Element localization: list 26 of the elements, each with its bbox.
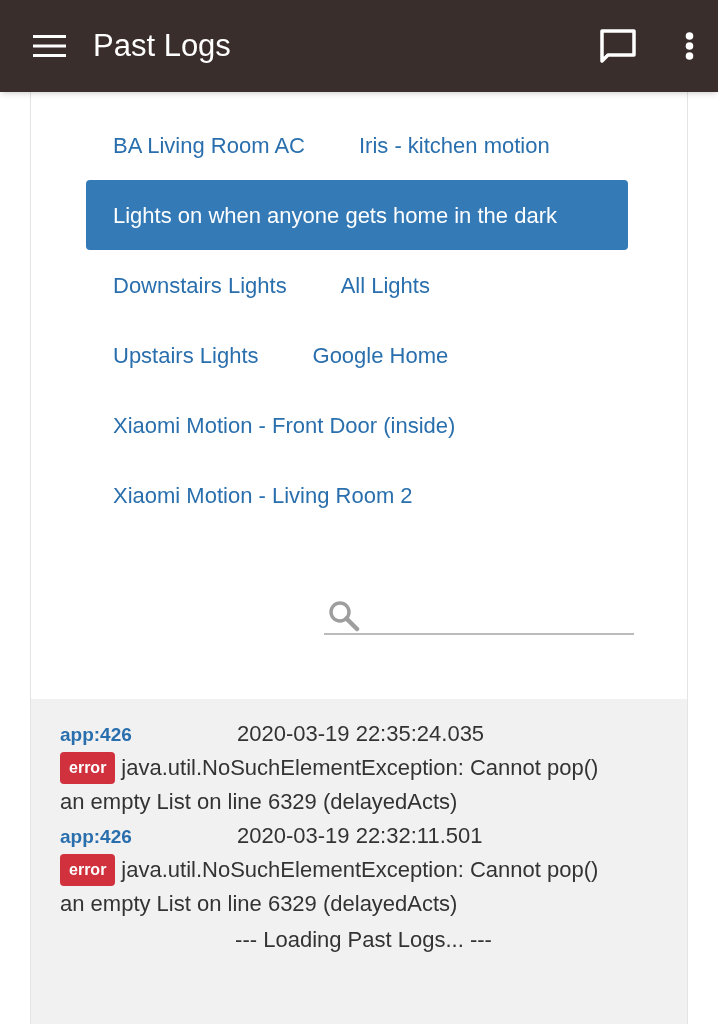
search-icon <box>328 600 360 632</box>
chat-icon[interactable] <box>599 28 637 64</box>
loading-text: --- Loading Past Logs... --- <box>234 926 493 954</box>
log-level-badge: error <box>60 752 116 784</box>
log-timestamp: 2020-03-19 22:35:24.035 <box>237 720 485 748</box>
log-level-badge: error <box>60 854 116 886</box>
rule-filter-link[interactable]: Iris - kitchen motion <box>332 110 577 180</box>
more-icon[interactable] <box>685 32 694 60</box>
log-timestamp: 2020-03-19 22:32:11.501 <box>237 822 483 850</box>
log-source-link[interactable]: app:426 <box>60 721 237 750</box>
log-message: java.util.NoSuchElementException: Cannot pop() <box>121 856 599 884</box>
page-title: Past Logs <box>93 26 231 65</box>
rule-filter-link[interactable]: Downstairs Lights <box>86 250 314 320</box>
rule-filter-link[interactable]: Lights on when anyone gets home in the dark <box>86 180 628 250</box>
rule-filter-link[interactable]: Xiaomi Motion - Living Room 2 <box>86 460 440 530</box>
rule-filter-link[interactable]: Xiaomi Motion - Front Door (inside) <box>86 390 483 460</box>
rule-filter-link[interactable]: All Lights <box>313 250 457 320</box>
search-field[interactable] <box>324 599 634 635</box>
log-message: an empty List on line 6329 (delayedActs) <box>60 890 459 918</box>
rule-filter-link[interactable]: BA Living Room AC <box>86 110 332 180</box>
log-message: an empty List on line 6329 (delayedActs) <box>60 788 459 816</box>
rule-filter-link[interactable]: Upstairs Lights <box>86 320 286 390</box>
rule-filter-link[interactable]: Google Home <box>285 320 476 390</box>
log-message: java.util.NoSuchElementException: Cannot pop() <box>121 754 599 782</box>
menu-icon[interactable] <box>33 35 66 57</box>
log-source-link[interactable]: app:426 <box>60 823 237 852</box>
